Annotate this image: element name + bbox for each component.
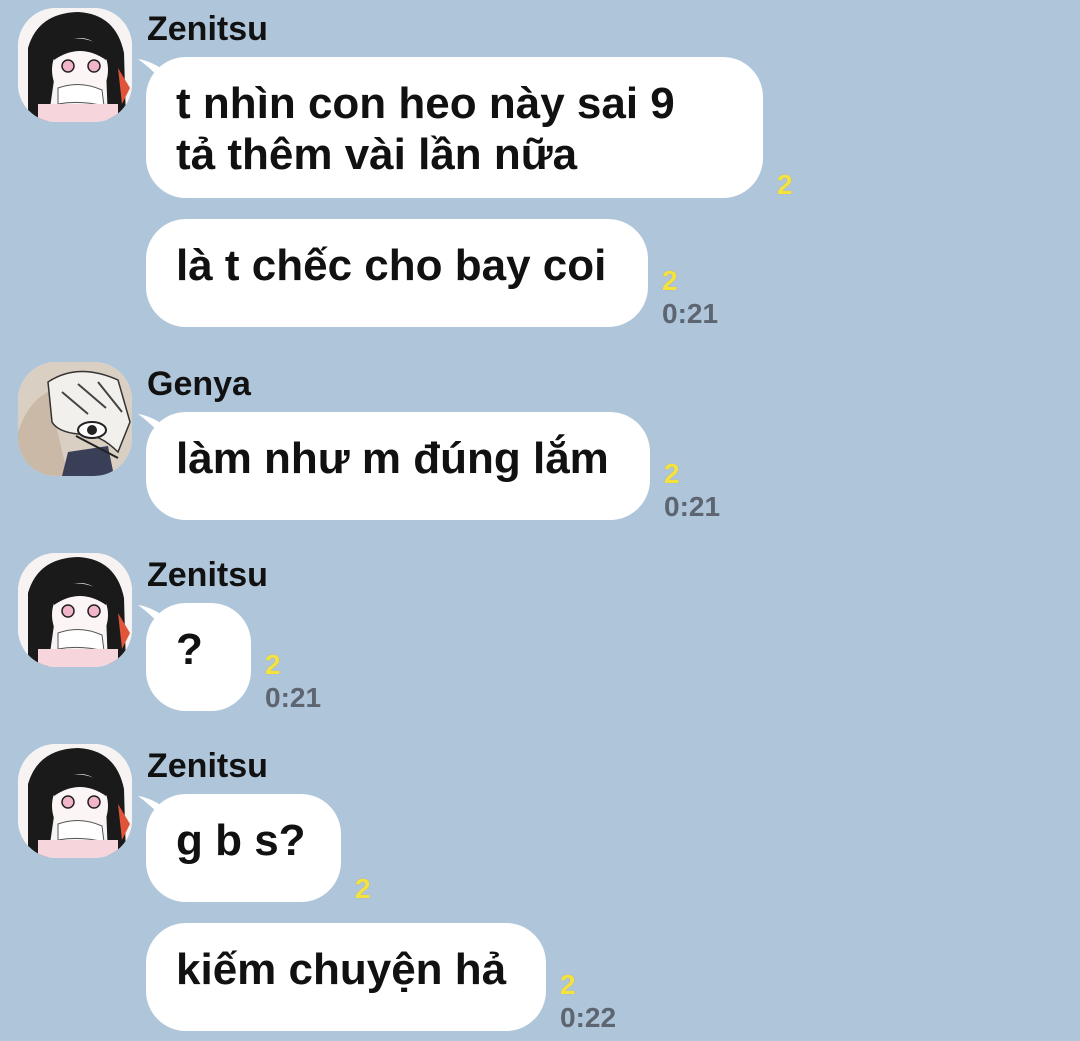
bubble-tail-icon: [138, 605, 168, 633]
sender-name: Zenitsu: [147, 556, 268, 594]
message-bubble[interactable]: ?: [138, 603, 251, 711]
message-bubble[interactable]: làm như m đúng lắm: [138, 412, 650, 520]
girl-avatar-icon: [18, 8, 132, 122]
message-time: 0:22: [560, 1002, 617, 1033]
read-count: 2: [355, 873, 371, 904]
sender-name: Zenitsu: [147, 747, 268, 785]
read-count: 2: [664, 458, 680, 489]
message-time: 0:21: [664, 491, 721, 522]
sender-name: Zenitsu: [147, 10, 268, 48]
message-time: 0:21: [265, 682, 322, 713]
message-time: 0:21: [662, 298, 719, 329]
message-bubble[interactable]: g b s?: [138, 794, 341, 902]
sender-avatar[interactable]: [18, 362, 132, 476]
message-text-line: t nhìn con heo này sai 9: [176, 79, 675, 128]
bubble-tail-icon: [138, 796, 168, 824]
message-text-line: g b s?: [176, 816, 306, 865]
sender-avatar[interactable]: [18, 744, 132, 858]
sender-avatar[interactable]: [18, 553, 132, 667]
boy-avatar-icon: [18, 362, 132, 476]
bubble-tail-icon: [138, 414, 168, 442]
message-text-line: kiếm chuyện hả: [176, 945, 507, 994]
message-bubble[interactable]: t nhìn con heo này sai 9 tả thêm vài lần…: [138, 57, 763, 198]
sender-avatar[interactable]: [18, 8, 132, 122]
message-text-line: ?: [176, 625, 203, 674]
message-bubble[interactable]: là t chếc cho bay coi: [146, 219, 648, 327]
message-text-line: làm như m đúng lắm: [176, 434, 609, 483]
bubble-tail-icon: [138, 59, 168, 87]
girl-avatar-icon: [18, 744, 132, 858]
girl-avatar-icon: [18, 553, 132, 667]
sender-name: Genya: [147, 365, 251, 403]
read-count: 2: [662, 265, 678, 296]
message-bubble[interactable]: kiếm chuyện hả: [146, 923, 546, 1031]
message-text-line: tả thêm vài lần nữa: [176, 130, 578, 179]
read-count: 2: [777, 169, 793, 200]
read-count: 2: [265, 649, 281, 680]
message-text-line: là t chếc cho bay coi: [176, 241, 607, 290]
read-count: 2: [560, 969, 576, 1000]
